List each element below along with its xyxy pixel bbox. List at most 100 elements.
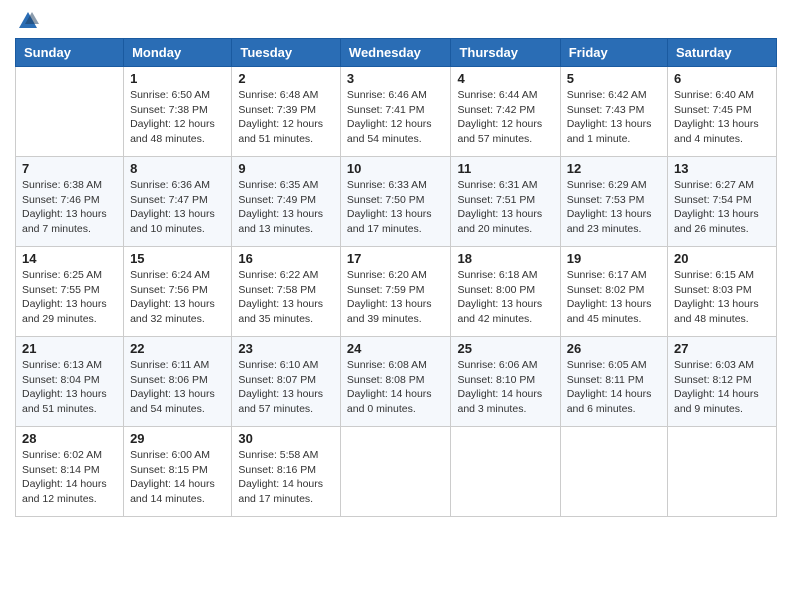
day-number: 16 (238, 251, 334, 266)
logo-text (15, 10, 39, 32)
day-info: Sunrise: 6:18 AM Sunset: 8:00 PM Dayligh… (457, 268, 553, 327)
day-info: Sunrise: 6:05 AM Sunset: 8:11 PM Dayligh… (567, 358, 661, 417)
calendar-cell: 17 Sunrise: 6:20 AM Sunset: 7:59 PM Dayli… (340, 247, 451, 337)
day-number: 26 (567, 341, 661, 356)
day-info: Sunrise: 6:15 AM Sunset: 8:03 PM Dayligh… (674, 268, 770, 327)
day-number: 12 (567, 161, 661, 176)
day-number: 15 (130, 251, 225, 266)
calendar-header-saturday: Saturday (668, 39, 777, 67)
day-info: Sunrise: 6:48 AM Sunset: 7:39 PM Dayligh… (238, 88, 334, 147)
day-info: Sunrise: 6:29 AM Sunset: 7:53 PM Dayligh… (567, 178, 661, 237)
day-info: Sunrise: 6:10 AM Sunset: 8:07 PM Dayligh… (238, 358, 334, 417)
calendar-week-4: 21 Sunrise: 6:13 AM Sunset: 8:04 PM Dayli… (16, 337, 777, 427)
logo-icon (17, 10, 39, 32)
day-info: Sunrise: 6:24 AM Sunset: 7:56 PM Dayligh… (130, 268, 225, 327)
calendar-header-tuesday: Tuesday (232, 39, 341, 67)
calendar-cell: 22 Sunrise: 6:11 AM Sunset: 8:06 PM Dayli… (124, 337, 232, 427)
calendar-cell: 27 Sunrise: 6:03 AM Sunset: 8:12 PM Dayli… (668, 337, 777, 427)
calendar-header-friday: Friday (560, 39, 667, 67)
day-number: 4 (457, 71, 553, 86)
calendar-header-wednesday: Wednesday (340, 39, 451, 67)
day-number: 27 (674, 341, 770, 356)
header (15, 10, 777, 32)
day-number: 19 (567, 251, 661, 266)
day-info: Sunrise: 6:44 AM Sunset: 7:42 PM Dayligh… (457, 88, 553, 147)
calendar-cell: 20 Sunrise: 6:15 AM Sunset: 8:03 PM Dayli… (668, 247, 777, 337)
day-number: 14 (22, 251, 117, 266)
day-number: 5 (567, 71, 661, 86)
day-info: Sunrise: 6:20 AM Sunset: 7:59 PM Dayligh… (347, 268, 445, 327)
day-info: Sunrise: 6:40 AM Sunset: 7:45 PM Dayligh… (674, 88, 770, 147)
calendar-header-thursday: Thursday (451, 39, 560, 67)
calendar-header-sunday: Sunday (16, 39, 124, 67)
calendar-cell: 19 Sunrise: 6:17 AM Sunset: 8:02 PM Dayli… (560, 247, 667, 337)
calendar-cell: 14Sunrise: 6:25 AM Sunset: 7:55 PM Dayli… (16, 247, 124, 337)
calendar-week-2: 7 Sunrise: 6:38 AM Sunset: 7:46 PM Daylig… (16, 157, 777, 247)
calendar-cell: 16 Sunrise: 6:22 AM Sunset: 7:58 PM Dayli… (232, 247, 341, 337)
day-number: 11 (457, 161, 553, 176)
day-info: Sunrise: 6:22 AM Sunset: 7:58 PM Dayligh… (238, 268, 334, 327)
day-info: Sunrise: 6:38 AM Sunset: 7:46 PM Dayligh… (22, 178, 117, 237)
day-info: Sunrise: 6:27 AM Sunset: 7:54 PM Dayligh… (674, 178, 770, 237)
day-info: Sunrise: 6:08 AM Sunset: 8:08 PM Dayligh… (347, 358, 445, 417)
day-number: 22 (130, 341, 225, 356)
calendar-cell: 13 Sunrise: 6:27 AM Sunset: 7:54 PM Dayli… (668, 157, 777, 247)
calendar-cell (560, 427, 667, 517)
calendar-cell: 1 Sunrise: 6:50 AM Sunset: 7:38 PM Daylig… (124, 67, 232, 157)
calendar-cell: 8Sunrise: 6:36 AM Sunset: 7:47 PM Daylig… (124, 157, 232, 247)
calendar-cell (340, 427, 451, 517)
main-container: SundayMondayTuesdayWednesdayThursdayFrid… (0, 0, 792, 527)
calendar-cell: 21 Sunrise: 6:13 AM Sunset: 8:04 PM Dayli… (16, 337, 124, 427)
calendar-cell: 30Sunrise: 5:58 AM Sunset: 8:16 PM Dayli… (232, 427, 341, 517)
day-info: Sunrise: 6:50 AM Sunset: 7:38 PM Dayligh… (130, 88, 225, 147)
day-number: 13 (674, 161, 770, 176)
day-number: 17 (347, 251, 445, 266)
calendar-cell (451, 427, 560, 517)
calendar-cell: 7 Sunrise: 6:38 AM Sunset: 7:46 PM Daylig… (16, 157, 124, 247)
day-number: 8 (130, 161, 225, 176)
day-number: 7 (22, 161, 117, 176)
day-number: 24 (347, 341, 445, 356)
calendar-cell: 9Sunrise: 6:35 AM Sunset: 7:49 PM Daylig… (232, 157, 341, 247)
day-number: 1 (130, 71, 225, 86)
day-info: Sunrise: 6:03 AM Sunset: 8:12 PM Dayligh… (674, 358, 770, 417)
day-number: 6 (674, 71, 770, 86)
day-info: Sunrise: 6:00 AM Sunset: 8:15 PM Dayligh… (130, 448, 225, 507)
day-number: 3 (347, 71, 445, 86)
calendar-cell: 12 Sunrise: 6:29 AM Sunset: 7:53 PM Dayli… (560, 157, 667, 247)
day-number: 25 (457, 341, 553, 356)
day-number: 21 (22, 341, 117, 356)
day-info: Sunrise: 6:33 AM Sunset: 7:50 PM Dayligh… (347, 178, 445, 237)
day-number: 18 (457, 251, 553, 266)
calendar-cell (16, 67, 124, 157)
logo (15, 10, 39, 32)
calendar-cell: 10Sunrise: 6:33 AM Sunset: 7:50 PM Dayli… (340, 157, 451, 247)
calendar-cell: 18 Sunrise: 6:18 AM Sunset: 8:00 PM Dayli… (451, 247, 560, 337)
day-info: Sunrise: 5:58 AM Sunset: 8:16 PM Dayligh… (238, 448, 334, 507)
calendar-cell: 2 Sunrise: 6:48 AM Sunset: 7:39 PM Daylig… (232, 67, 341, 157)
day-number: 2 (238, 71, 334, 86)
day-info: Sunrise: 6:06 AM Sunset: 8:10 PM Dayligh… (457, 358, 553, 417)
day-number: 20 (674, 251, 770, 266)
calendar-week-3: 14Sunrise: 6:25 AM Sunset: 7:55 PM Dayli… (16, 247, 777, 337)
day-number: 28 (22, 431, 117, 446)
calendar-cell: 26 Sunrise: 6:05 AM Sunset: 8:11 PM Dayli… (560, 337, 667, 427)
day-number: 29 (130, 431, 225, 446)
calendar-header-monday: Monday (124, 39, 232, 67)
calendar-cell: 6 Sunrise: 6:40 AM Sunset: 7:45 PM Daylig… (668, 67, 777, 157)
calendar-cell: 4 Sunrise: 6:44 AM Sunset: 7:42 PM Daylig… (451, 67, 560, 157)
calendar-cell: 24 Sunrise: 6:08 AM Sunset: 8:08 PM Dayli… (340, 337, 451, 427)
day-info: Sunrise: 6:46 AM Sunset: 7:41 PM Dayligh… (347, 88, 445, 147)
day-info: Sunrise: 6:42 AM Sunset: 7:43 PM Dayligh… (567, 88, 661, 147)
day-info: Sunrise: 6:13 AM Sunset: 8:04 PM Dayligh… (22, 358, 117, 417)
calendar-cell: 28Sunrise: 6:02 AM Sunset: 8:14 PM Dayli… (16, 427, 124, 517)
day-info: Sunrise: 6:17 AM Sunset: 8:02 PM Dayligh… (567, 268, 661, 327)
day-info: Sunrise: 6:11 AM Sunset: 8:06 PM Dayligh… (130, 358, 225, 417)
day-number: 23 (238, 341, 334, 356)
calendar-cell: 25 Sunrise: 6:06 AM Sunset: 8:10 PM Dayli… (451, 337, 560, 427)
calendar-week-1: 1 Sunrise: 6:50 AM Sunset: 7:38 PM Daylig… (16, 67, 777, 157)
calendar-week-5: 28Sunrise: 6:02 AM Sunset: 8:14 PM Dayli… (16, 427, 777, 517)
calendar-cell: 29 Sunrise: 6:00 AM Sunset: 8:15 PM Dayli… (124, 427, 232, 517)
calendar-cell: 11Sunrise: 6:31 AM Sunset: 7:51 PM Dayli… (451, 157, 560, 247)
day-info: Sunrise: 6:35 AM Sunset: 7:49 PM Dayligh… (238, 178, 334, 237)
